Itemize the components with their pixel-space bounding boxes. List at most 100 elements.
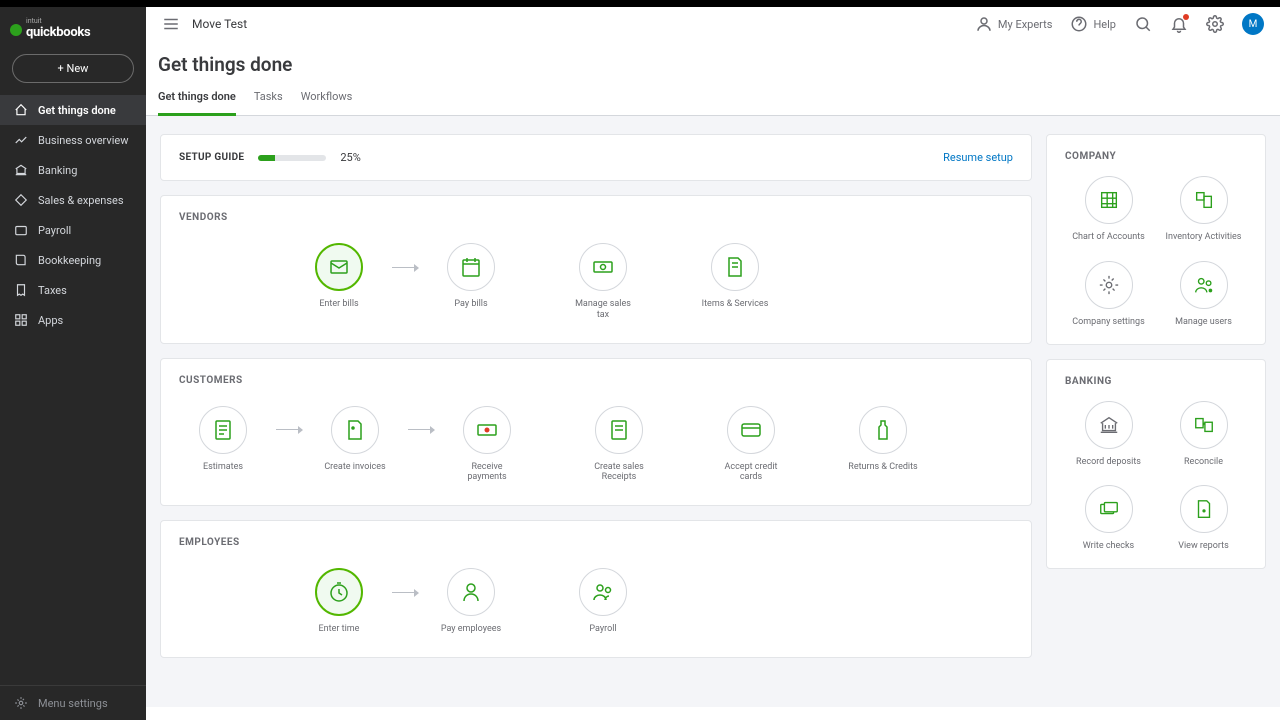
wf-estimates[interactable]: Estimates: [179, 406, 267, 473]
comp-inventory[interactable]: Inventory Activities: [1160, 176, 1247, 243]
wf-receive-payments[interactable]: Receive payments: [443, 406, 531, 484]
nav-label: Payroll: [38, 224, 71, 237]
nav-sales-expenses[interactable]: Sales & expenses: [0, 185, 146, 215]
comp-label: Record deposits: [1076, 457, 1141, 468]
settings-icon[interactable]: [1206, 15, 1224, 33]
tab-workflows[interactable]: Workflows: [301, 90, 353, 115]
comp-chart-accounts[interactable]: Chart of Accounts: [1065, 176, 1152, 243]
page-title: Get things done: [146, 53, 1280, 90]
menu-settings[interactable]: Menu settings: [0, 685, 146, 720]
topbar-right: My Experts Help M: [975, 13, 1264, 35]
bank-reconcile[interactable]: Reconcile: [1160, 401, 1247, 468]
wf-items-services[interactable]: Items & Services: [691, 243, 779, 310]
dollar-icon: [591, 255, 615, 279]
boxes-icon: [1193, 189, 1215, 211]
bank-icon: [1098, 414, 1120, 436]
wf-returns-credits[interactable]: Returns & Credits: [839, 406, 927, 473]
arrow-icon: [273, 406, 305, 454]
report-icon: [1193, 498, 1215, 520]
wf-label: Estimates: [203, 462, 243, 473]
gear-icon: [1098, 274, 1120, 296]
wf-label: Create invoices: [324, 462, 385, 473]
check-icon: [1098, 498, 1120, 520]
nav-list: Get things done Business overview Bankin…: [0, 95, 146, 685]
wf-enter-bills[interactable]: Enter bills: [295, 243, 383, 310]
right-column: COMPANY Chart of Accounts Inventory Acti…: [1046, 134, 1266, 707]
topbar: Move Test My Experts Help M: [146, 7, 1280, 41]
nav-apps[interactable]: Apps: [0, 305, 146, 335]
wf-enter-time[interactable]: Enter time: [295, 568, 383, 635]
hamburger-icon[interactable]: [162, 15, 180, 33]
my-experts-button[interactable]: My Experts: [975, 15, 1053, 33]
sidebar: intuit quickbooks + New Get things done …: [0, 7, 146, 720]
table-icon: [1098, 189, 1120, 211]
wf-create-invoices[interactable]: Create invoices: [311, 406, 399, 473]
help-label: Help: [1093, 18, 1116, 31]
wf-label: Accept credit cards: [716, 462, 786, 484]
nav-label: Business overview: [38, 134, 128, 147]
comp-settings[interactable]: Company settings: [1065, 261, 1152, 328]
new-button[interactable]: + New: [12, 54, 134, 83]
wf-label: Enter time: [319, 624, 360, 635]
nav-label: Taxes: [38, 284, 67, 297]
employees-card: EMPLOYEES Enter time Pay employees Payr: [160, 520, 1032, 658]
money-icon: [475, 418, 499, 442]
wf-sales-receipts[interactable]: Create sales Receipts: [575, 406, 663, 484]
main: Get things done Get things done Tasks Wo…: [146, 41, 1280, 720]
clock-icon: [327, 580, 351, 604]
bank-record-deposits[interactable]: Record deposits: [1065, 401, 1152, 468]
wf-label: Create sales Receipts: [584, 462, 654, 484]
nav-label: Bookkeeping: [38, 254, 101, 267]
comp-label: Chart of Accounts: [1072, 232, 1145, 243]
person-icon: [975, 15, 993, 33]
wf-accept-credit-cards[interactable]: Accept credit cards: [707, 406, 795, 484]
banking-grid: Record deposits Reconcile Write checks V…: [1065, 401, 1247, 553]
nav-get-things-done[interactable]: Get things done: [0, 95, 146, 125]
wf-label: Items & Services: [702, 299, 769, 310]
tab-tasks[interactable]: Tasks: [254, 90, 283, 115]
setup-guide-card: SETUP GUIDE 25% Resume setup: [160, 134, 1032, 181]
company-name[interactable]: Move Test: [192, 17, 247, 31]
help-button[interactable]: Help: [1070, 15, 1116, 33]
comp-label: Reconcile: [1184, 457, 1223, 468]
notification-dot: [1183, 14, 1189, 20]
employees-row: Enter time Pay employees Payroll: [179, 562, 1013, 641]
vendors-card: VENDORS Enter bills Pay bills Manage sa: [160, 195, 1032, 344]
nav-banking[interactable]: Banking: [0, 155, 146, 185]
comp-label: View reports: [1178, 541, 1228, 552]
logo[interactable]: intuit quickbooks: [0, 7, 146, 54]
invoice-icon: [343, 418, 367, 442]
comp-label: Manage users: [1175, 317, 1232, 328]
avatar[interactable]: M: [1242, 13, 1264, 35]
bank-view-reports[interactable]: View reports: [1160, 485, 1247, 552]
arrow-icon: [389, 243, 421, 291]
nav-taxes[interactable]: Taxes: [0, 275, 146, 305]
document-icon: [723, 255, 747, 279]
bank-write-checks[interactable]: Write checks: [1065, 485, 1152, 552]
company-card: COMPANY Chart of Accounts Inventory Acti…: [1046, 134, 1266, 345]
wf-payroll[interactable]: Payroll: [559, 568, 647, 635]
wf-label: Enter bills: [319, 299, 358, 310]
wf-manage-sales-tax[interactable]: Manage sales tax: [559, 243, 647, 321]
home-icon: [14, 103, 28, 117]
notifications-button[interactable]: [1170, 15, 1188, 33]
resume-setup-link[interactable]: Resume setup: [943, 151, 1013, 164]
customers-card: CUSTOMERS Estimates Create invoices Rec: [160, 358, 1032, 507]
nav-payroll[interactable]: Payroll: [0, 215, 146, 245]
people-icon: [591, 580, 615, 604]
book-icon: [14, 253, 28, 267]
nav-label: Sales & expenses: [38, 194, 124, 207]
bank-icon: [14, 163, 28, 177]
nav-bookkeeping[interactable]: Bookkeeping: [0, 245, 146, 275]
company-grid: Chart of Accounts Inventory Activities C…: [1065, 176, 1247, 328]
calendar-icon: [459, 255, 483, 279]
wf-pay-bills[interactable]: Pay bills: [427, 243, 515, 310]
tabs: Get things done Tasks Workflows: [146, 90, 1280, 116]
nav-business-overview[interactable]: Business overview: [0, 125, 146, 155]
wf-pay-employees[interactable]: Pay employees: [427, 568, 515, 635]
comp-label: Company settings: [1072, 317, 1144, 328]
comp-manage-users[interactable]: Manage users: [1160, 261, 1247, 328]
tab-get-things-done[interactable]: Get things done: [158, 90, 236, 116]
customers-title: CUSTOMERS: [179, 375, 1013, 386]
search-icon[interactable]: [1134, 15, 1152, 33]
